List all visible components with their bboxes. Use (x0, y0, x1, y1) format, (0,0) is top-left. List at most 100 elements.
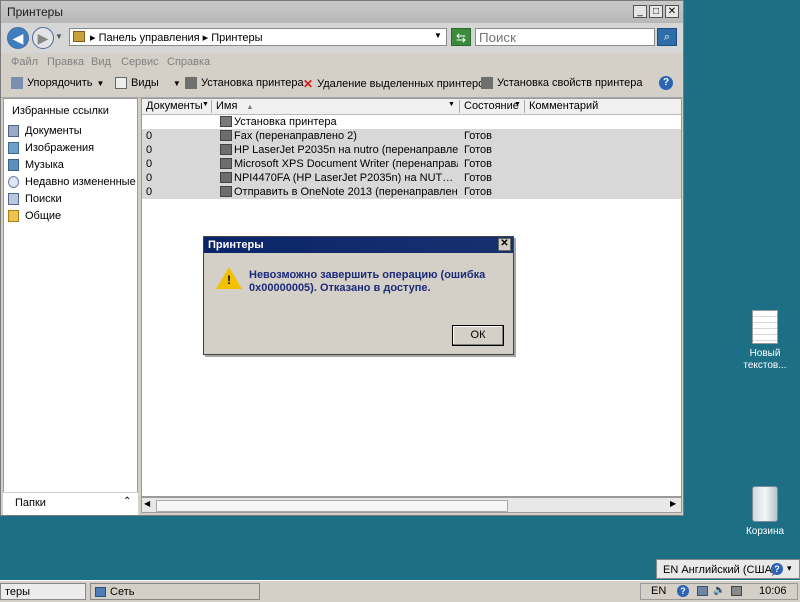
taskbar-item-network[interactable]: Сеть (90, 583, 260, 600)
delete-printers-button[interactable]: ✕ Удаление выделенных принтеров (303, 77, 490, 91)
nav-item-recently-changed[interactable]: Недавно измененные (8, 176, 136, 188)
delete-printers-label: Удаление выделенных принтеров (317, 78, 491, 90)
printer-name: NPI4470FA (HP LaserJet P2035n) на NUTRO … (234, 172, 458, 184)
refresh-button[interactable]: ⇆ (451, 28, 471, 46)
search-button[interactable]: ⌕ (657, 28, 677, 46)
history-dropdown-icon[interactable]: ▼ (55, 32, 63, 41)
nav-item-documents[interactable]: Документы (8, 125, 82, 137)
display-tray-icon[interactable] (731, 586, 742, 596)
search-icon: ⌕ (663, 31, 671, 43)
ok-button[interactable]: ОК (452, 325, 504, 346)
dialog-message: Невозможно завершить операцию (ошибка 0x… (249, 269, 486, 294)
options-icon[interactable]: ▾ (787, 563, 792, 574)
maximize-button[interactable]: □ (649, 5, 663, 18)
table-row[interactable]: 0 HP LaserJet P2035n на nutro (перенапра… (142, 143, 681, 157)
organize-button[interactable]: Упорядочить ▼ (11, 77, 104, 89)
taskbar-item-label: Сеть (110, 585, 135, 598)
help-icon[interactable]: ? (677, 585, 689, 597)
menu-bar: Файл Правка Вид Сервис Справка (1, 53, 683, 71)
table-row[interactable]: 0 NPI4470FA (HP LaserJet P2035n) на NUTR… (142, 171, 681, 185)
dialog-titlebar[interactable]: Принтеры ✕ (204, 237, 513, 253)
window-titlebar[interactable]: Принтеры _ □ ✕ (1, 1, 683, 23)
nav-item-public[interactable]: Общие (8, 210, 61, 222)
desktop-icon-label: Корзина (745, 526, 785, 537)
scrollbar-thumb[interactable] (156, 500, 508, 512)
printer-status: Готов (464, 130, 492, 142)
navigation-pane: Избранные ссылки Документы Изображения М… (3, 98, 138, 513)
volume-icon[interactable]: 🔈 (713, 585, 725, 596)
window-title: Принтеры (7, 5, 63, 19)
text-file-icon (752, 310, 778, 344)
nav-label: Изображения (25, 142, 95, 154)
column-header-status[interactable]: Состояние ▼ (460, 100, 525, 113)
chevron-down-icon: ▼ (448, 101, 455, 108)
menu-tools[interactable]: Сервис (121, 56, 159, 68)
desktop-text-file[interactable]: Новый текстов... (730, 310, 800, 372)
add-printer-button[interactable]: Установка принтера (185, 77, 304, 89)
menu-view[interactable]: Вид (91, 56, 111, 68)
list-item-add-printer[interactable]: Установка принтера (142, 115, 681, 129)
nav-item-searches[interactable]: Поиски (8, 193, 62, 205)
printer-add-icon (185, 77, 197, 89)
printer-docs: 0 (146, 144, 153, 156)
views-button[interactable]: Виды ▼ (115, 77, 181, 89)
chevron-down-icon: ▼ (202, 101, 209, 108)
refresh-icon: ⇆ (455, 31, 467, 45)
column-label: Комментарий (529, 100, 599, 112)
dialog-close-button[interactable]: ✕ (498, 238, 511, 251)
table-row[interactable]: 0 Microsoft XPS Document Writer (перенап… (142, 157, 681, 171)
forward-button[interactable]: ▶ (32, 27, 54, 49)
printer-docs: 0 (146, 172, 153, 184)
column-header-row: Документы ▼ Имя ▲ ▼ Состояние ▼ Коммента… (142, 99, 681, 115)
taskbar-item-printers[interactable]: теры (0, 583, 86, 600)
tray-language[interactable]: EN (651, 585, 666, 597)
nav-label: Поиски (25, 193, 62, 205)
network-tray-icon[interactable] (697, 586, 708, 596)
address-bar[interactable]: ▸ Панель управления ▸ Принтеры ▼ (69, 28, 447, 46)
table-row[interactable]: 0 Fax (перенаправлено 2) Готов (142, 129, 681, 143)
command-toolbar: Упорядочить ▼ Виды ▼ Установка принтера … (1, 71, 683, 98)
minimize-button[interactable]: _ (633, 5, 647, 18)
printer-properties-icon (481, 77, 493, 89)
language-bar[interactable]: EN Английский (США) ? ▾ (656, 559, 800, 579)
chevron-down-icon: ▼ (514, 101, 521, 108)
close-button[interactable]: ✕ (665, 5, 679, 18)
help-icon[interactable]: ? (659, 76, 673, 90)
menu-file[interactable]: Файл (11, 56, 38, 68)
help-icon[interactable]: ? (771, 563, 783, 575)
printer-docs: 0 (146, 186, 153, 198)
folder-icon (8, 210, 19, 222)
column-header-documents[interactable]: Документы ▼ (142, 100, 212, 113)
scroll-right-icon[interactable]: ▶ (670, 499, 676, 508)
printer-icon (220, 186, 232, 197)
organize-label: Упорядочить (27, 77, 93, 89)
clock[interactable]: 10:06 (759, 585, 787, 597)
nav-label: Недавно измененные (25, 176, 136, 188)
printer-icon (220, 172, 232, 183)
dialog-title: Принтеры (208, 239, 264, 251)
search-input[interactable] (475, 28, 655, 46)
menu-help[interactable]: Справка (167, 56, 210, 68)
horizontal-scrollbar[interactable]: ◀ ▶ (141, 497, 682, 513)
recent-icon (8, 176, 19, 188)
scroll-left-icon[interactable]: ◀ (144, 499, 150, 508)
folders-toggle[interactable]: Папки ⌃ (3, 492, 138, 515)
nav-item-pictures[interactable]: Изображения (8, 142, 94, 154)
printer-docs: 0 (146, 130, 153, 142)
printer-properties-button[interactable]: Установка свойств принтера (481, 77, 643, 89)
menu-edit[interactable]: Правка (47, 56, 84, 68)
back-button[interactable]: ◀ (7, 27, 29, 49)
printer-status: Готов (464, 172, 492, 184)
column-label: Имя (216, 100, 238, 112)
column-header-name[interactable]: Имя ▲ ▼ (212, 100, 460, 113)
table-row[interactable]: 0 Отправить в OneNote 2013 (перенаправле… (142, 185, 681, 199)
nav-item-music[interactable]: Музыка (8, 159, 64, 171)
desktop-recycle-bin[interactable]: Корзина (730, 486, 800, 538)
printer-docs: 0 (146, 158, 153, 170)
printer-add-icon (220, 116, 232, 127)
chevron-up-icon: ⌃ (123, 496, 132, 507)
column-header-comment[interactable]: Комментарий (525, 100, 681, 113)
control-panel-icon (73, 31, 85, 42)
address-dropdown-icon[interactable]: ▼ (434, 31, 442, 40)
taskbar: теры Сеть EN ? 🔈 10:06 (0, 580, 800, 602)
